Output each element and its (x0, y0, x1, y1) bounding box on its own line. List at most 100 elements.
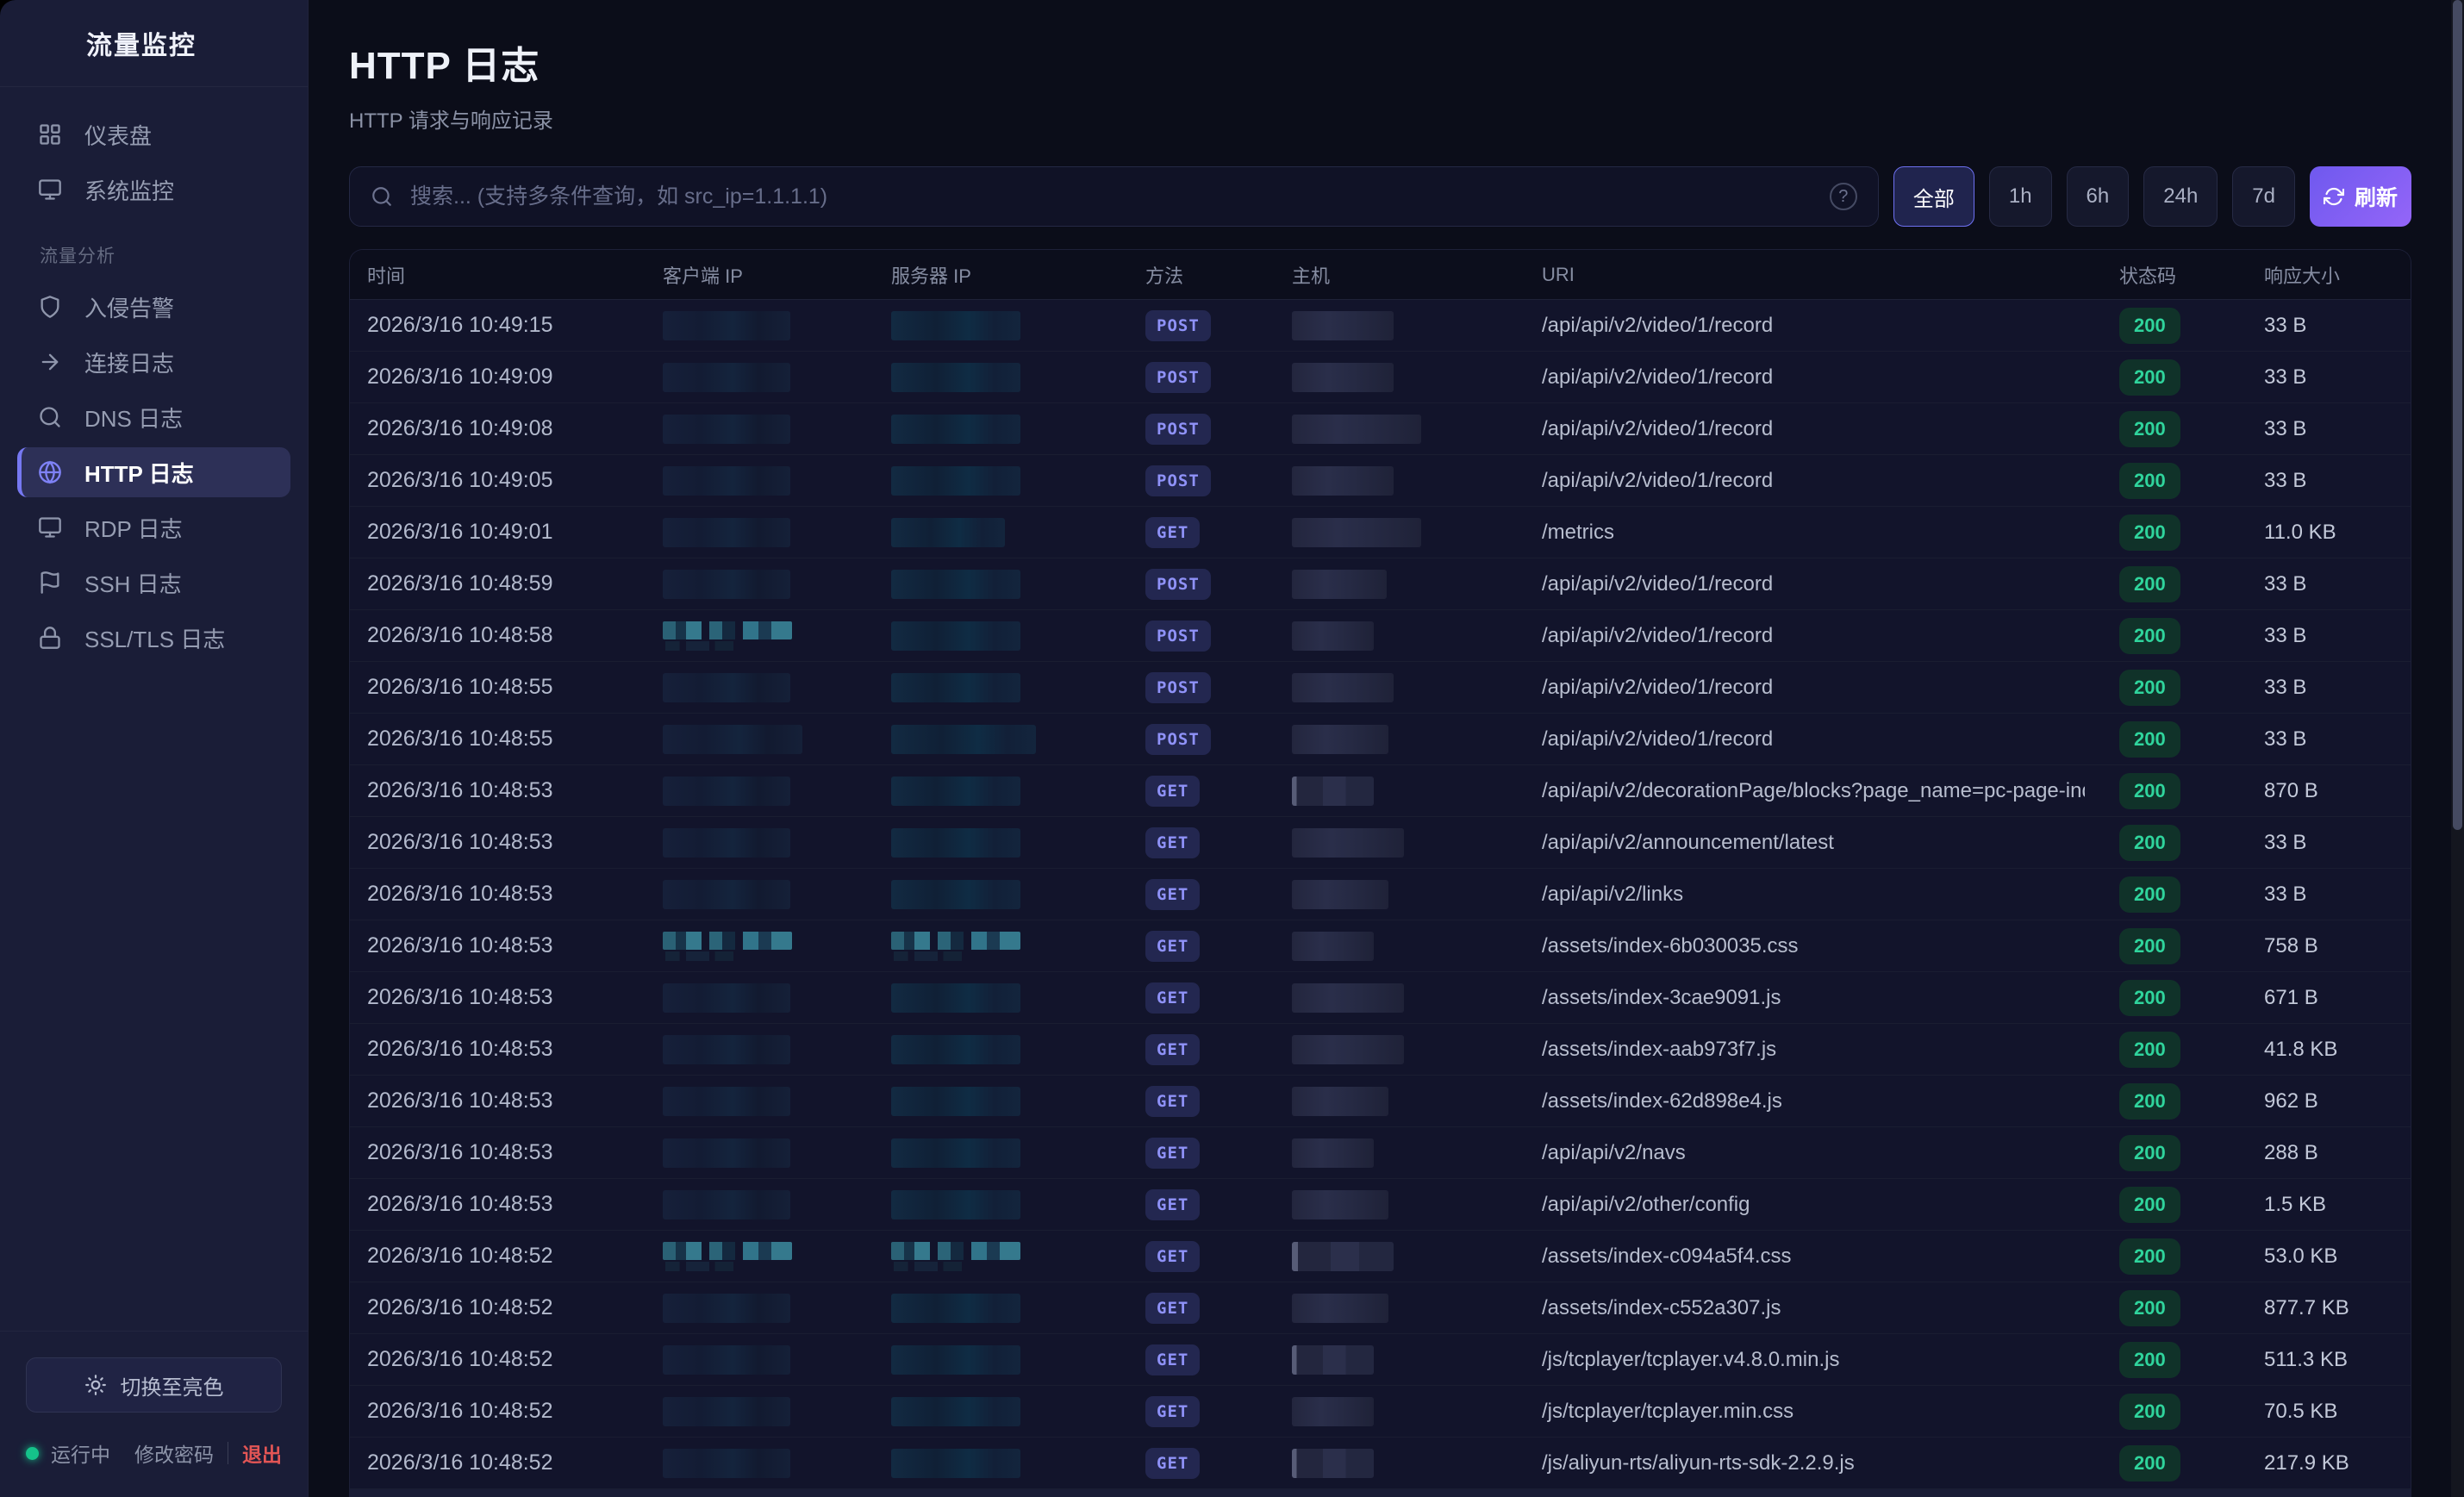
sidebar-item-ssh-logs[interactable]: SSH 日志 (17, 558, 290, 608)
row-time: 2026/3/16 10:48:53 (367, 1140, 663, 1165)
row-size: 33 B (2230, 572, 2393, 596)
table-row[interactable]: 2026/3/16 10:48:58 POST /api/api/v2/vide… (350, 610, 2411, 662)
time-filter-24h[interactable]: 24h (2143, 166, 2218, 227)
method-badge: GET (1145, 982, 1200, 1014)
row-size: 33 B (2230, 831, 2393, 855)
time-filter-6h[interactable]: 6h (2067, 166, 2130, 227)
sidebar-item-intrusion-alerts[interactable]: 入侵告警 (17, 282, 290, 332)
page-title: HTTP 日志 (349, 34, 2411, 90)
vertical-scrollbar[interactable] (2451, 0, 2464, 1497)
row-size: 671 B (2230, 986, 2393, 1010)
sidebar-item-system-monitor[interactable]: 系统监控 (17, 165, 290, 215)
row-uri: /api/api/v2/video/1/record (1542, 417, 2085, 441)
status-badge: 200 (2119, 1445, 2180, 1481)
table-row[interactable]: 2026/3/16 10:48:52 GET /js/tcplayer/tcpl… (350, 1386, 2411, 1438)
refresh-button[interactable]: 刷新 (2310, 166, 2411, 227)
theme-toggle-button[interactable]: 切换至亮色 (26, 1357, 282, 1413)
row-size: 33 B (2230, 469, 2393, 493)
table-row[interactable]: 2026/3/16 10:48:55 POST /api/api/v2/vide… (350, 662, 2411, 714)
client-ip-redacted (663, 1449, 790, 1478)
col-status: 状态码 (2085, 261, 2230, 289)
table-row[interactable]: 2026/3/16 10:48:59 POST /api/api/v2/vide… (350, 558, 2411, 610)
status-badge: 200 (2119, 1187, 2180, 1223)
col-server-ip: 服务器 IP (891, 261, 1145, 289)
row-uri: /js/aliyun-rts/aliyun-rts-sdk-2.2.9.js (1542, 1451, 2085, 1475)
client-ip-redacted (663, 673, 790, 702)
row-uri: /assets/index-c094a5f4.css (1542, 1244, 2085, 1269)
sidebar-item-connection-logs[interactable]: 连接日志 (17, 337, 290, 387)
status-badge: 200 (2119, 773, 2180, 809)
client-ip-redacted (663, 570, 790, 599)
status-badge: 200 (2119, 618, 2180, 654)
table-row[interactable]: 2026/3/16 10:49:15 POST /api/api/v2/vide… (350, 300, 2411, 352)
method-badge: POST (1145, 465, 1211, 496)
app-title: 流量监控 (86, 24, 196, 62)
search-input[interactable] (409, 184, 1814, 210)
row-size: 53.0 KB (2230, 1244, 2393, 1269)
host-redacted (1292, 673, 1394, 702)
method-badge: GET (1145, 1138, 1200, 1169)
table-row[interactable]: 2026/3/16 10:48:53 GET /api/api/v2/decor… (350, 765, 2411, 817)
sidebar-footer: 切换至亮色 运行中 修改密码 退出 (0, 1331, 308, 1497)
table-row[interactable]: 2026/3/16 10:48:53 GET /api/api/v2/navs … (350, 1127, 2411, 1179)
table-row[interactable]: 2026/3/16 10:48:53 GET /api/api/v2/links… (350, 869, 2411, 920)
client-ip-redacted (663, 518, 790, 547)
row-uri: /api/api/v2/video/1/record (1542, 365, 2085, 390)
sidebar-item-rdp-logs[interactable]: RDP 日志 (17, 502, 290, 552)
sidebar-item-http-logs[interactable]: HTTP 日志 (17, 447, 290, 497)
table-row[interactable]: 2026/3/16 10:48:52 GET /js/player/DPlaye… (350, 1489, 2411, 1497)
running-status-label: 运行中 (51, 1438, 110, 1468)
help-icon[interactable]: ? (1830, 183, 1857, 210)
time-filter-1h[interactable]: 1h (1989, 166, 2052, 227)
host-redacted (1292, 311, 1394, 340)
server-ip-redacted (891, 673, 1020, 702)
time-filter-all[interactable]: 全部 (1893, 166, 1974, 227)
status-badge: 200 (2119, 1135, 2180, 1171)
client-ip-redacted (663, 1397, 790, 1426)
status-badge: 200 (2119, 463, 2180, 499)
table-row[interactable]: 2026/3/16 10:49:09 POST /api/api/v2/vide… (350, 352, 2411, 403)
client-ip-redacted (663, 777, 790, 806)
table-row[interactable]: 2026/3/16 10:48:53 GET /assets/index-6b0… (350, 920, 2411, 972)
table-row[interactable]: 2026/3/16 10:48:53 GET /assets/index-3ca… (350, 972, 2411, 1024)
method-badge: POST (1145, 310, 1211, 341)
server-ip-redacted (891, 932, 1020, 961)
row-uri: /assets/index-aab973f7.js (1542, 1038, 2085, 1062)
row-time: 2026/3/16 10:48:53 (367, 1192, 663, 1217)
row-uri: /metrics (1542, 521, 2085, 545)
row-time: 2026/3/16 10:48:55 (367, 675, 663, 700)
method-badge: GET (1145, 879, 1200, 910)
table-row[interactable]: 2026/3/16 10:49:01 GET /metrics 200 11.0… (350, 507, 2411, 558)
logout-link[interactable]: 退出 (242, 1438, 282, 1468)
method-badge: POST (1145, 414, 1211, 445)
row-time: 2026/3/16 10:48:59 (367, 571, 663, 596)
scrollbar-thumb[interactable] (2453, 0, 2462, 830)
row-uri: /api/api/v2/video/1/record (1542, 469, 2085, 493)
sidebar-item-ssl-tls-logs[interactable]: SSL/TLS 日志 (17, 613, 290, 663)
row-size: 217.9 KB (2230, 1451, 2393, 1475)
time-filter-7d[interactable]: 7d (2232, 166, 2295, 227)
table-row[interactable]: 2026/3/16 10:49:05 POST /api/api/v2/vide… (350, 455, 2411, 507)
client-ip-redacted (663, 828, 790, 858)
search-box[interactable]: ? (349, 166, 1879, 227)
sidebar-item-dashboard[interactable]: 仪表盘 (17, 109, 290, 159)
table-row[interactable]: 2026/3/16 10:48:53 GET /api/api/v2/annou… (350, 817, 2411, 869)
row-size: 33 B (2230, 365, 2393, 390)
row-size: 33 B (2230, 624, 2393, 648)
table-row[interactable]: 2026/3/16 10:48:52 GET /assets/index-c55… (350, 1282, 2411, 1334)
table-row[interactable]: 2026/3/16 10:48:53 GET /assets/index-62d… (350, 1076, 2411, 1127)
change-password-link[interactable]: 修改密码 (134, 1438, 214, 1468)
row-uri: /api/api/v2/video/1/record (1542, 676, 2085, 700)
table-row[interactable]: 2026/3/16 10:48:53 GET /api/api/v2/other… (350, 1179, 2411, 1231)
row-size: 870 B (2230, 779, 2393, 803)
table-row[interactable]: 2026/3/16 10:49:08 POST /api/api/v2/vide… (350, 403, 2411, 455)
table-row[interactable]: 2026/3/16 10:48:52 GET /js/aliyun-rts/al… (350, 1438, 2411, 1489)
method-badge: GET (1145, 1241, 1200, 1272)
table-row[interactable]: 2026/3/16 10:48:52 GET /js/tcplayer/tcpl… (350, 1334, 2411, 1386)
table-row[interactable]: 2026/3/16 10:48:52 GET /assets/index-c09… (350, 1231, 2411, 1282)
row-size: 1.5 KB (2230, 1193, 2393, 1217)
row-uri: /js/tcplayer/tcplayer.v4.8.0.min.js (1542, 1348, 2085, 1372)
table-row[interactable]: 2026/3/16 10:48:55 POST /api/api/v2/vide… (350, 714, 2411, 765)
table-row[interactable]: 2026/3/16 10:48:53 GET /assets/index-aab… (350, 1024, 2411, 1076)
sidebar-item-dns-logs[interactable]: DNS 日志 (17, 392, 290, 442)
